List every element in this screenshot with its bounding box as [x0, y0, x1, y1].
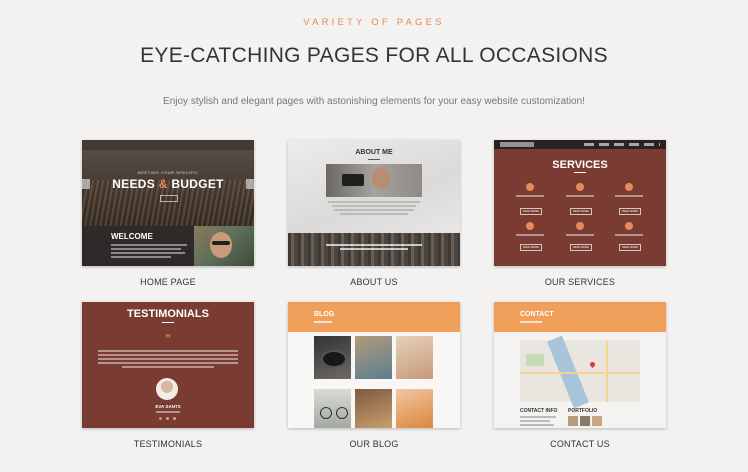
contact-us-preview[interactable]: CONTACT CONTACT INFO PORTFOLIO [494, 302, 666, 428]
our-blog-preview[interactable]: BLOG [288, 302, 460, 428]
portfolio-thumb[interactable] [592, 416, 602, 426]
service-icon [576, 222, 584, 230]
service-read-more-button[interactable]: READ MORE [619, 208, 641, 215]
services-heading: SERVICES [552, 159, 608, 171]
home-hero-button [160, 195, 178, 202]
slider-dot[interactable] [173, 417, 176, 420]
home-slider-next [246, 179, 254, 189]
section-subtitle: Enjoy stylish and elegant pages with ast… [163, 96, 585, 107]
map-road [606, 340, 608, 402]
home-heading-amp: & [158, 177, 168, 191]
service-icon [526, 183, 534, 191]
map-park [526, 354, 544, 366]
home-portrait-face [210, 232, 232, 258]
blog-thumb[interactable] [396, 336, 433, 379]
portfolio-thumb[interactable] [580, 416, 590, 426]
service-icon [576, 183, 584, 191]
home-page-caption[interactable]: HOME PAGE [82, 277, 254, 287]
testimonials-caption[interactable]: TESTIMONIALS [82, 439, 254, 449]
home-big-heading: NEEDS & BUDGET [82, 177, 254, 191]
about-us-caption[interactable]: ABOUT US [288, 277, 460, 287]
about-camera [342, 174, 364, 186]
blog-thumb-bike-wheel [336, 407, 348, 419]
home-portrait-sunglasses [212, 241, 230, 245]
services-logo [500, 142, 534, 147]
home-page-preview[interactable]: MEETING YOUR SPECIFIC NEEDS & BUDGET WEL… [82, 140, 254, 266]
portfolio-thumb[interactable] [568, 416, 578, 426]
blog-thumb-bike [320, 407, 332, 419]
about-us-preview[interactable]: ABOUT ME [288, 140, 460, 266]
our-services-caption[interactable]: OUR SERVICES [494, 277, 666, 287]
testimonials-heading: TESTIMONIALS [127, 308, 209, 320]
contact-us-caption[interactable]: CONTACT US [494, 439, 666, 449]
about-forest-strip [288, 233, 460, 266]
blog-thumb[interactable] [355, 389, 392, 428]
portfolio-heading: PORTFOLIO [568, 408, 598, 414]
our-services-preview[interactable]: SERVICES READ MORE READ MORE READ MORE R… [494, 140, 666, 266]
section-title: EYE-CATCHING PAGES FOR ALL OCCASIONS [140, 44, 608, 67]
service-icon [625, 222, 633, 230]
quote-icon: ” [165, 332, 171, 346]
home-slider-prev [82, 179, 90, 189]
testimonials-preview[interactable]: TESTIMONIALS ” EVA SANTS [82, 302, 254, 428]
blog-thumb[interactable] [355, 336, 392, 379]
home-heading-left: NEEDS [112, 177, 156, 191]
about-heading: ABOUT ME [355, 149, 393, 156]
testimonial-avatar [156, 378, 178, 400]
contact-map[interactable] [520, 335, 640, 409]
slider-dot[interactable] [166, 417, 169, 420]
our-blog-caption[interactable]: OUR BLOG [288, 439, 460, 449]
blog-thumb[interactable] [396, 389, 433, 428]
blog-thumb-camera [321, 350, 347, 368]
home-nav-bar [82, 140, 254, 150]
section-eyebrow: VARIETY OF PAGES [303, 17, 445, 28]
slider-dot-active[interactable] [159, 417, 162, 420]
home-small-heading: MEETING YOUR SPECIFIC [137, 170, 199, 175]
service-read-more-button[interactable]: READ MORE [520, 208, 542, 215]
home-heading-right: BUDGET [171, 177, 224, 191]
blog-heading: BLOG [314, 311, 335, 318]
map-road [520, 372, 640, 374]
home-welcome-heading: WELCOME [111, 232, 153, 241]
contact-info-heading: CONTACT INFO [520, 408, 558, 414]
service-icon [526, 222, 534, 230]
contact-heading: CONTACT [520, 311, 554, 318]
testimonial-author: EVA SANTS [155, 404, 181, 409]
service-icon [625, 183, 633, 191]
map-pin-icon [588, 360, 597, 369]
service-read-more-button[interactable]: READ MORE [570, 208, 592, 215]
service-read-more-button[interactable]: READ MORE [520, 244, 542, 251]
service-read-more-button[interactable]: READ MORE [619, 244, 641, 251]
about-person-head [372, 167, 390, 189]
service-read-more-button[interactable]: READ MORE [570, 244, 592, 251]
